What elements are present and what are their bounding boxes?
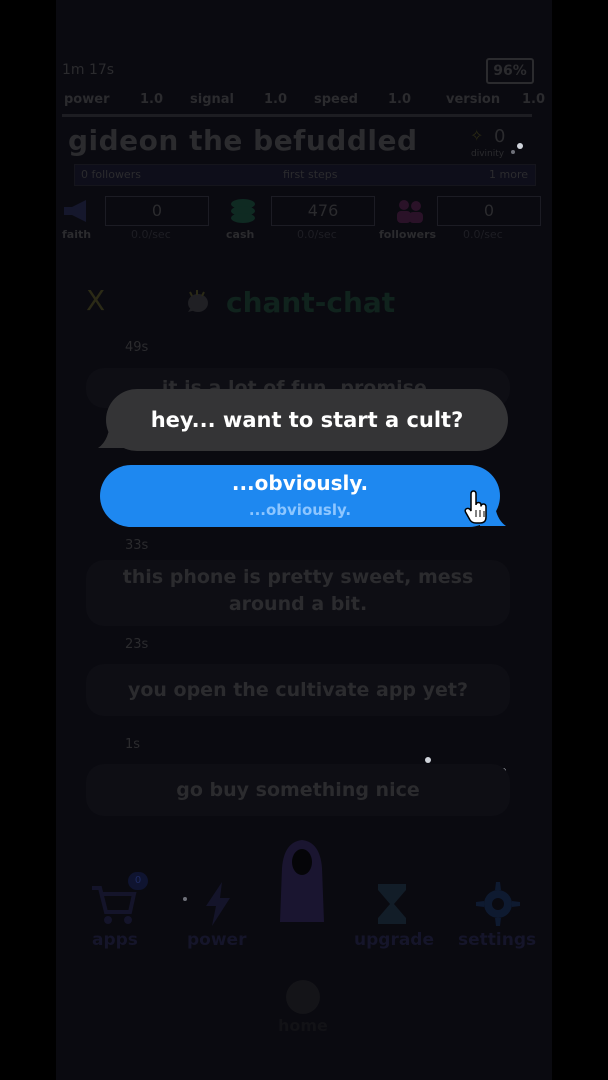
star-dot bbox=[425, 757, 431, 763]
version-stat-label: version bbox=[446, 92, 501, 107]
faith-label: faith bbox=[62, 228, 92, 241]
divinity-value: 0 bbox=[494, 126, 506, 147]
stats-row: power 1.0 signal 1.0 speed 1.0 version 1… bbox=[62, 92, 548, 110]
follower-progress-bar: 0 followers first steps 1 more bbox=[74, 164, 536, 186]
divinity-label: divinity bbox=[471, 149, 505, 159]
hourglass-icon bbox=[378, 884, 406, 924]
megaphone-icon bbox=[64, 200, 86, 222]
home-label: home bbox=[278, 1016, 328, 1035]
version-stat-value: 1.0 bbox=[522, 92, 546, 107]
cash-label: cash bbox=[226, 228, 255, 241]
close-chat-button[interactable]: X bbox=[86, 284, 105, 317]
cash-rate: 0.0/sec bbox=[297, 228, 337, 241]
chat-message: you open the cultivate app yet? bbox=[86, 664, 510, 716]
message-time: 23s bbox=[125, 637, 149, 652]
star-dot bbox=[511, 150, 515, 154]
home-button[interactable] bbox=[286, 980, 320, 1014]
chat-message: go buy something nice bbox=[86, 764, 510, 816]
power-stat-label: power bbox=[64, 92, 110, 107]
robed-figure-avatar bbox=[280, 840, 324, 922]
chat-bubble-icon bbox=[188, 290, 208, 312]
coins-icon bbox=[231, 199, 255, 223]
nav-upgrade[interactable]: upgrade bbox=[354, 930, 434, 950]
apps-badge: 0 bbox=[128, 872, 148, 890]
progress-step: first steps bbox=[283, 168, 338, 181]
star-dot bbox=[183, 897, 187, 901]
stats-divider bbox=[62, 114, 532, 117]
progress-more: 1 more bbox=[489, 168, 528, 181]
speed-stat-label: speed bbox=[314, 92, 358, 107]
progress-followers: 0 followers bbox=[81, 168, 141, 181]
nav-settings[interactable]: settings bbox=[458, 930, 536, 950]
gear-icon bbox=[476, 882, 520, 926]
chat-title: chant-chat bbox=[226, 286, 396, 319]
faith-value: 0 bbox=[105, 196, 209, 226]
lightning-icon bbox=[206, 882, 230, 926]
chat-message: this phone is pretty sweet, mess around … bbox=[86, 560, 510, 626]
prompt-bubble: hey... want to start a cult? bbox=[106, 389, 508, 451]
message-time: 33s bbox=[125, 538, 149, 553]
nav-apps[interactable]: apps bbox=[92, 930, 138, 950]
reply-preview-text: ...obviously. bbox=[248, 501, 352, 519]
elapsed-timer: 1m 17s bbox=[62, 62, 115, 78]
followers-value: 0 bbox=[437, 196, 541, 226]
nav-power[interactable]: power bbox=[187, 930, 246, 950]
battery-indicator: 96% bbox=[486, 58, 534, 84]
divinity-star-icon: ✧ bbox=[470, 126, 484, 145]
reply-option-button[interactable]: ...obviously. ...obviously. bbox=[100, 465, 500, 527]
star-dot bbox=[517, 143, 523, 149]
followers-rate: 0.0/sec bbox=[463, 228, 503, 241]
speed-stat-value: 1.0 bbox=[388, 92, 412, 107]
power-stat-value: 1.0 bbox=[140, 92, 164, 107]
player-name: gideon the befuddled bbox=[68, 124, 418, 157]
followers-label: followers bbox=[379, 228, 437, 241]
people-icon bbox=[397, 200, 423, 223]
signal-stat-value: 1.0 bbox=[264, 92, 288, 107]
faith-rate: 0.0/sec bbox=[131, 228, 171, 241]
cash-value: 476 bbox=[271, 196, 375, 226]
hand-pointer-icon bbox=[464, 490, 487, 524]
reply-text: ...obviously. bbox=[231, 471, 369, 495]
message-time: 49s bbox=[125, 340, 149, 355]
signal-stat-label: signal bbox=[190, 92, 234, 107]
message-time: 1s bbox=[125, 737, 141, 752]
